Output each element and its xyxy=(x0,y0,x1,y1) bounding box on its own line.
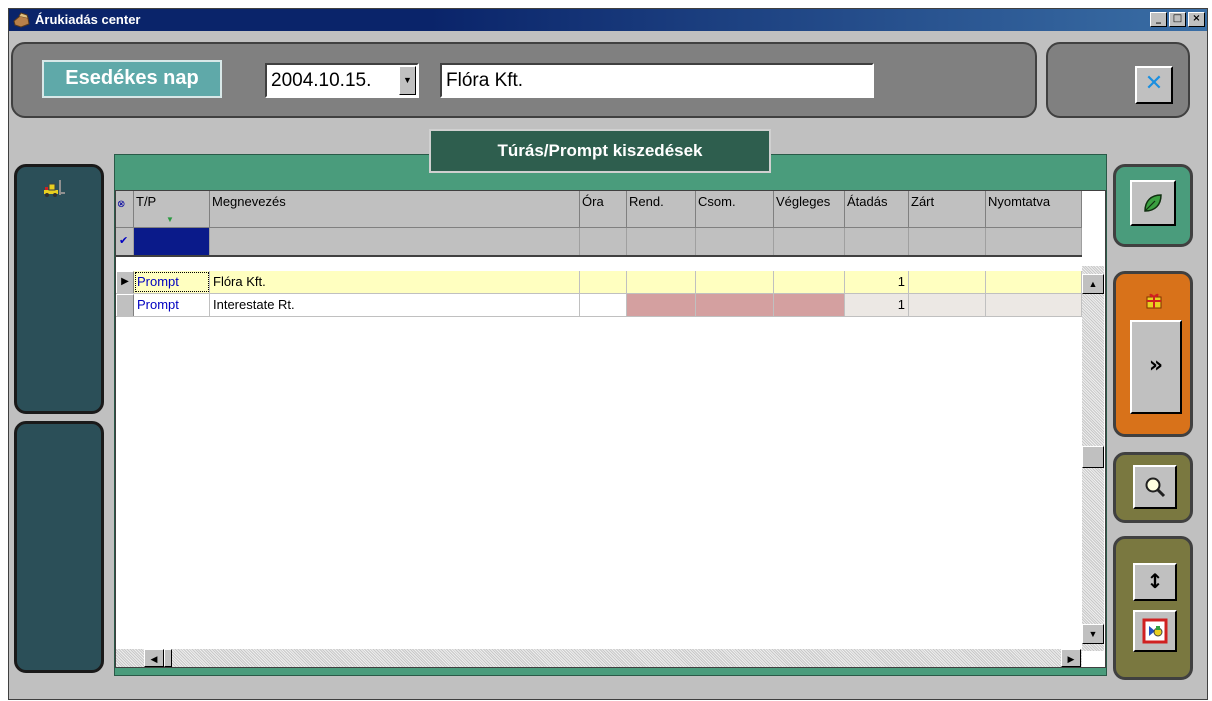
due-date-label: Esedékes nap xyxy=(42,60,222,98)
filter-cell-csom[interactable] xyxy=(696,228,774,255)
col-header-ora[interactable]: Óra xyxy=(580,191,627,228)
vertical-scrollbar[interactable]: ▲ ▼ xyxy=(1082,266,1104,651)
cell-ora[interactable] xyxy=(580,294,627,316)
filter-cell-rend[interactable] xyxy=(627,228,696,255)
col-header-csom[interactable]: Csom. xyxy=(696,191,774,228)
cell-name[interactable]: Interestate Rt. xyxy=(210,294,580,316)
leaf-icon[interactable] xyxy=(1130,180,1176,226)
due-date-combo[interactable]: 2004.10.15. ▼ xyxy=(265,63,419,98)
select-all-icon[interactable]: ⊗ xyxy=(116,191,134,228)
title-bar[interactable]: Árukiadás center _ □ × xyxy=(9,9,1207,31)
cell-atadas[interactable]: 1 xyxy=(845,271,909,293)
cell-vegleges[interactable] xyxy=(774,271,845,293)
left-panel-bottom xyxy=(14,421,104,673)
cell-rend[interactable] xyxy=(627,294,696,316)
cell-nyomtatva[interactable] xyxy=(986,271,1082,293)
scroll-left-icon[interactable]: ◀ xyxy=(144,649,164,667)
grid-title: Túrás/Prompt kiszedések xyxy=(429,129,771,173)
double-chevron-right-icon[interactable]: » xyxy=(1130,320,1182,414)
right-panel-green xyxy=(1113,164,1193,247)
filter-row: ✔ xyxy=(116,228,1082,257)
filter-cell-nyomtatva[interactable] xyxy=(986,228,1082,255)
filter-cell-megnevezes[interactable] xyxy=(210,228,580,255)
app-icon xyxy=(13,12,31,31)
filter-bar: Esedékes nap 2004.10.15. ▼ Flóra Kft. xyxy=(11,42,1037,118)
scroll-thumb[interactable] xyxy=(1082,446,1104,468)
col-header-tp[interactable]: T/P ▼ xyxy=(134,191,210,228)
right-panel-orange: » xyxy=(1113,271,1193,437)
horizontal-scrollbar[interactable]: ◀ ▶ xyxy=(116,649,1082,667)
filter-cell-tp[interactable] xyxy=(134,228,210,255)
table-row[interactable]: ▶ Prompt Flóra Kft. 1 xyxy=(116,271,1082,294)
left-panel-top xyxy=(14,164,104,414)
shapes-icon[interactable] xyxy=(1133,610,1177,652)
cell-tp[interactable]: Prompt xyxy=(134,271,210,293)
scroll-right-icon[interactable]: ▶ xyxy=(1061,649,1081,667)
right-panel-tools: ↕ xyxy=(1113,536,1193,680)
cell-rend[interactable] xyxy=(627,271,696,293)
cell-csom[interactable] xyxy=(696,271,774,293)
sort-indicator-icon: ▼ xyxy=(166,215,174,224)
col-header-vegleges[interactable]: Végleges xyxy=(774,191,845,228)
close-window-button[interactable]: × xyxy=(1188,12,1205,27)
scroll-up-icon[interactable]: ▲ xyxy=(1082,274,1104,294)
cell-atadas[interactable]: 1 xyxy=(845,294,909,316)
right-panel-search xyxy=(1113,452,1193,523)
customer-field[interactable]: Flóra Kft. xyxy=(440,63,874,98)
cell-name[interactable]: Flóra Kft. xyxy=(210,271,580,293)
grid-header: ⊗ T/P ▼ Megnevezés Óra Rend. Csom. Végle… xyxy=(116,191,1082,228)
col-header-rend[interactable]: Rend. xyxy=(627,191,696,228)
vertical-arrows-icon[interactable]: ↕ xyxy=(1133,563,1177,601)
col-header-megnevezes[interactable]: Megnevezés xyxy=(210,191,580,228)
forklift-icon[interactable] xyxy=(43,179,65,200)
col-header-zart[interactable]: Zárt xyxy=(909,191,986,228)
filter-cell-atadas[interactable] xyxy=(845,228,909,255)
data-grid[interactable]: ⊗ T/P ▼ Megnevezés Óra Rend. Csom. Végle… xyxy=(115,190,1106,668)
row-selector[interactable] xyxy=(116,294,134,316)
checkmark-icon: ✔ xyxy=(116,228,134,255)
close-icon[interactable]: ✕ xyxy=(1135,66,1173,104)
cell-csom[interactable] xyxy=(696,294,774,316)
chevron-down-icon[interactable]: ▼ xyxy=(399,66,416,95)
minimize-button[interactable]: _ xyxy=(1150,12,1167,27)
magnifier-icon[interactable] xyxy=(1133,465,1177,509)
hscroll-thumb[interactable] xyxy=(164,649,172,667)
scroll-down-icon[interactable]: ▼ xyxy=(1082,624,1104,644)
cell-zart[interactable] xyxy=(909,271,986,293)
filter-cell-ora[interactable] xyxy=(580,228,627,255)
cell-ora[interactable] xyxy=(580,271,627,293)
filter-cell-vegleges[interactable] xyxy=(774,228,845,255)
cell-tp[interactable]: Prompt xyxy=(134,294,210,316)
gift-icon xyxy=(1145,291,1163,312)
window-title: Árukiadás center xyxy=(35,12,141,27)
row-pointer-icon[interactable]: ▶ xyxy=(116,271,134,293)
cell-nyomtatva[interactable] xyxy=(986,294,1082,316)
filter-cell-zart[interactable] xyxy=(909,228,986,255)
close-panel: ✕ xyxy=(1046,42,1190,118)
col-header-nyomtatva[interactable]: Nyomtatva xyxy=(986,191,1082,228)
col-header-atadas[interactable]: Átadás xyxy=(845,191,909,228)
cell-zart[interactable] xyxy=(909,294,986,316)
cell-vegleges[interactable] xyxy=(774,294,845,316)
table-row[interactable]: Prompt Interestate Rt. 1 xyxy=(116,294,1082,317)
maximize-button[interactable]: □ xyxy=(1169,12,1186,27)
due-date-value: 2004.10.15. xyxy=(271,70,372,91)
